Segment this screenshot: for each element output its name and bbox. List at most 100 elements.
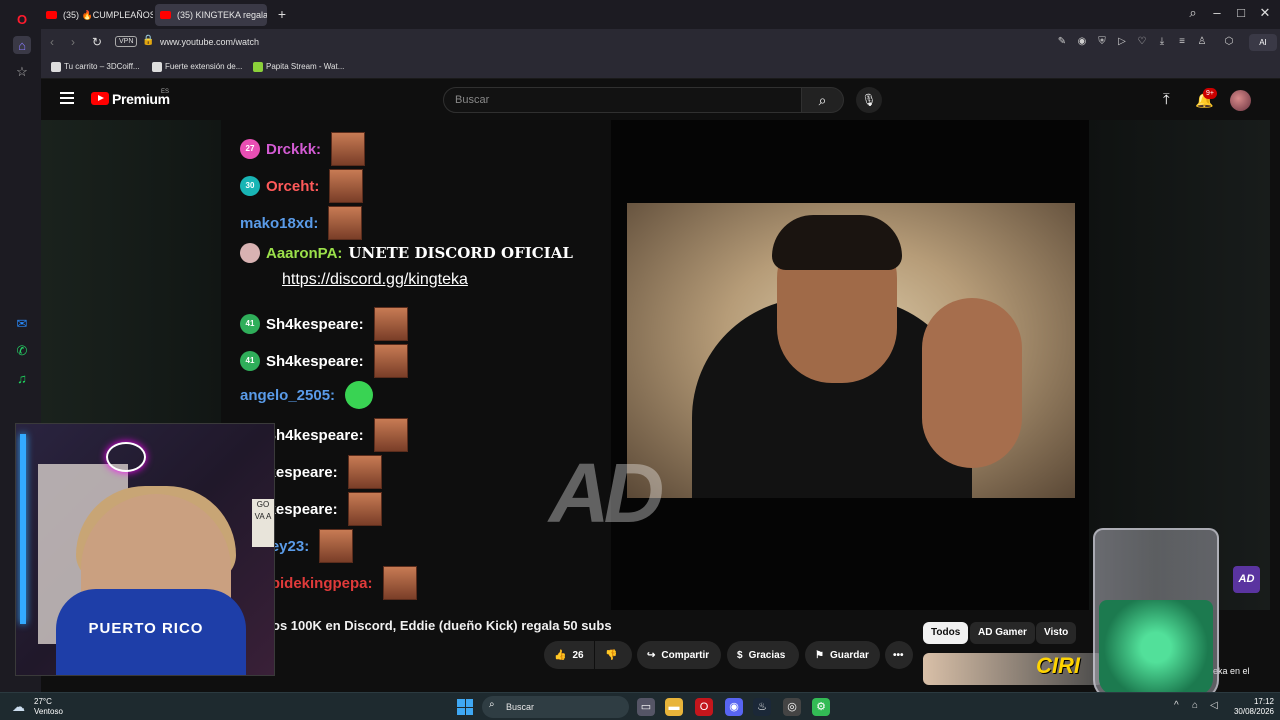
play-icon[interactable]: ▷: [1116, 36, 1128, 48]
profile-icon[interactable]: ♙: [1196, 36, 1208, 48]
streamer-camera-frame: [611, 120, 1089, 610]
taskbar-search-box[interactable]: Buscar: [482, 696, 629, 718]
more-actions-button[interactable]: •••: [885, 641, 913, 669]
streamer-hair: [772, 215, 902, 270]
share-button[interactable]: ↪ Compartir: [637, 641, 721, 669]
more-horizontal-icon: •••: [893, 649, 904, 661]
address-bar: ‹ › ↻ VPN 🔒 www.youtube.com/watch ✎ ◉ ⛨ …: [41, 29, 1280, 56]
shield-icon[interactable]: ⛨: [1096, 36, 1108, 48]
chat-emote-icon: [319, 529, 354, 563]
chat-message: 30 Orceht:: [240, 169, 364, 203]
thanks-icon: $: [737, 649, 743, 661]
tab-cumpleanos[interactable]: (35) 🔥CUMPLEAÑOS FE: [41, 4, 153, 26]
edit-icon[interactable]: ✎: [1056, 36, 1068, 48]
chat-username: Drckkk:: [266, 140, 322, 158]
tab-kingteka[interactable]: (35) KINGTEKA regala: [155, 4, 267, 26]
thumbs-up-icon: 👍: [554, 649, 567, 661]
steam-icon[interactable]: ♨: [753, 698, 771, 716]
upload-icon[interactable]: ⤒: [1163, 91, 1170, 108]
download-icon[interactable]: ⤓: [1156, 36, 1168, 48]
chip-visto[interactable]: Visto: [1036, 622, 1077, 644]
bookmark-favicon-icon: [152, 62, 162, 72]
chat-username: Sh4kespeare:: [266, 426, 364, 444]
menu-lines-icon[interactable]: ≡: [1176, 36, 1188, 48]
bookmark-favicon-icon: [51, 62, 61, 72]
network-icon[interactable]: ⌂: [1192, 700, 1198, 711]
streamer-arm: [922, 298, 1022, 468]
like-button[interactable]: 👍 26: [544, 641, 594, 669]
weather-widget[interactable]: 27°C Ventoso: [34, 697, 63, 717]
maximize-icon[interactable]: □: [1231, 5, 1251, 20]
chat-message: angelo_2505:: [240, 381, 374, 409]
chat-emote-icon: [373, 344, 408, 378]
search-icon: ⌕: [818, 92, 827, 108]
voice-search-button[interactable]: 🎙: [856, 87, 882, 113]
youtube-favicon-icon: [160, 11, 171, 19]
chat-emote-icon: [328, 206, 363, 240]
back-icon[interactable]: ‹: [50, 35, 54, 49]
url-field[interactable]: www.youtube.com/watch: [160, 37, 259, 47]
ai-button[interactable]: AI: [1249, 34, 1277, 51]
youtube-logo-icon[interactable]: [91, 92, 109, 105]
search-button[interactable]: ⌕: [802, 87, 844, 113]
search-input[interactable]: Buscar: [443, 87, 802, 113]
discord-link: https://discord.gg/kingteka: [282, 271, 468, 288]
settings-gear-icon[interactable]: ⚙: [812, 698, 830, 716]
obs-icon[interactable]: ◎: [783, 698, 801, 716]
chat-message: mako18xd:: [240, 206, 363, 240]
chat-emote-icon: [329, 169, 364, 203]
opera-browser-icon[interactable]: O: [695, 698, 713, 716]
chat-message: AaaronPA: UNETE DISCORD OFICIAL: [240, 243, 573, 263]
task-view-icon[interactable]: ▭: [637, 698, 655, 716]
extensions-icon[interactable]: ⬡: [1223, 36, 1235, 48]
chat-emote-icon: [373, 418, 408, 452]
chip-todos[interactable]: Todos: [923, 622, 969, 644]
weather-wind-icon[interactable]: ☁: [12, 699, 25, 715]
channel-watermark-badge[interactable]: AD: [1233, 566, 1260, 593]
discord-icon[interactable]: ◉: [725, 698, 743, 716]
forward-icon[interactable]: ›: [71, 35, 75, 49]
vpn-badge[interactable]: VPN: [115, 36, 138, 47]
microphone-icon: 🎙: [861, 93, 877, 107]
avatar[interactable]: [1230, 90, 1251, 111]
chat-emote-icon: [331, 132, 366, 166]
close-icon[interactable]: ✕: [1255, 5, 1275, 21]
camera-icon[interactable]: ◉: [1076, 36, 1088, 48]
volume-icon[interactable]: ◁: [1210, 700, 1218, 711]
new-tab-button[interactable]: +: [274, 6, 290, 22]
spotify-icon[interactable]: ♫: [13, 369, 31, 387]
weather-condition: Ventoso: [34, 707, 63, 716]
youtube-favicon-icon: [46, 11, 57, 19]
reload-icon[interactable]: ↻: [92, 35, 102, 49]
search-icon: ⌕: [489, 699, 495, 710]
pin-icon[interactable]: ☆: [13, 63, 31, 81]
home-icon[interactable]: ⌂: [13, 36, 31, 54]
bookmark-item[interactable]: Fuerte extensión de...: [152, 62, 242, 72]
thanks-button[interactable]: $ Gracias: [727, 641, 799, 669]
minimize-icon[interactable]: –: [1207, 5, 1227, 20]
save-button[interactable]: ⚑ Guardar: [805, 641, 880, 669]
bookmark-item[interactable]: Papita Stream - Wat...: [253, 62, 344, 72]
recommended-video-thumbnail[interactable]: CIRI: [923, 653, 1103, 685]
bookmark-item[interactable]: Tu carrito – 3DCoiff...: [51, 62, 140, 72]
dislike-button[interactable]: 👎: [595, 641, 632, 669]
opera-logo-icon[interactable]: O: [13, 10, 31, 28]
tray-chevron-icon[interactable]: ^: [1174, 700, 1179, 711]
heart-icon[interactable]: ♡: [1136, 36, 1148, 48]
taskbar-clock[interactable]: 17:12 30/08/2026: [1226, 697, 1274, 717]
wall-sign: GO VA A: [252, 499, 274, 547]
thumbs-down-icon: 👎: [605, 649, 618, 661]
windows-start-icon[interactable]: [457, 699, 473, 715]
green-smile-emote-icon: [345, 381, 374, 409]
file-explorer-icon[interactable]: ▬: [665, 698, 683, 716]
chip-ad-gamer[interactable]: AD Gamer: [970, 622, 1035, 644]
tab-label: (35) 🔥CUMPLEAÑOS FE: [63, 10, 153, 20]
whatsapp-icon[interactable]: ✆: [13, 342, 31, 360]
facecam-overlay: GO VA A PUERTO RICO: [15, 423, 275, 676]
hamburger-menu-icon[interactable]: [60, 92, 74, 104]
save-label: Guardar: [829, 649, 869, 661]
lock-icon[interactable]: 🔒: [142, 35, 154, 46]
planet-neon-icon: [106, 442, 146, 472]
search-tabs-icon[interactable]: ⌕: [1183, 5, 1203, 21]
messenger-icon[interactable]: ✉: [13, 315, 31, 333]
